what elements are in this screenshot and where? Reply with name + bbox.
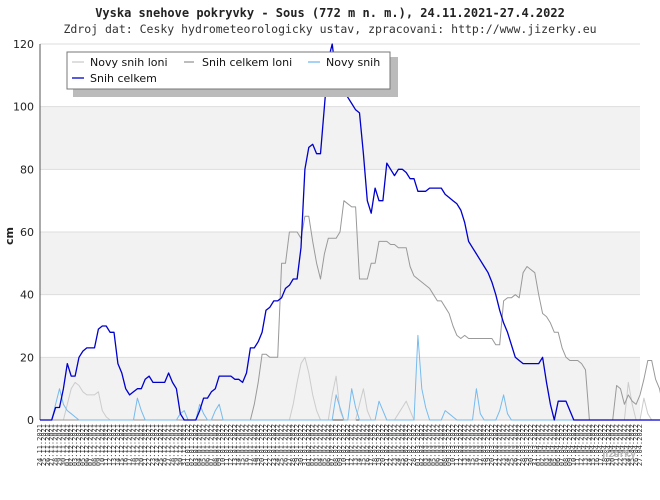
y-tick-label: 40 [20,289,34,302]
y-tick-labels: 0 20 40 60 80 100 120 [13,38,34,427]
y-tick-label: 120 [13,38,34,51]
y-tick-label: 20 [20,351,34,364]
x-tick-label: 27.04.2022 [636,424,644,466]
y-tick-label: 60 [20,226,34,239]
legend: Novy snih loni Snih celkem loni Novy snih S… [66,51,398,97]
y-tick-label: 100 [13,101,34,114]
chart-subtitle: Zdroj dat: Cesky hydrometeorologicky ust… [63,22,596,36]
y-tick-label: 80 [20,163,34,176]
snow-depth-chart: Vyska snehove pokryvky - Sous (772 m n. … [3,6,660,466]
legend-entry: Snih celkem loni [202,56,292,69]
y-tick-label: 0 [27,414,34,427]
plot-band [40,232,640,295]
y-axis-label: cm [3,227,16,245]
watermark: jizerky [601,450,636,460]
legend-entry: Novy snih loni [90,56,168,69]
x-tick-labels: 24.11.202125.11.202126.11.202127.11.2021… [36,424,644,466]
plot-band [40,169,640,232]
plot-band [40,294,640,358]
legend-entry: Snih celkem [90,72,157,85]
legend-entry: Novy snih [326,56,380,69]
plot-band [40,106,640,170]
chart-title: Vyska snehove pokryvky - Sous (772 m n. … [95,6,565,20]
